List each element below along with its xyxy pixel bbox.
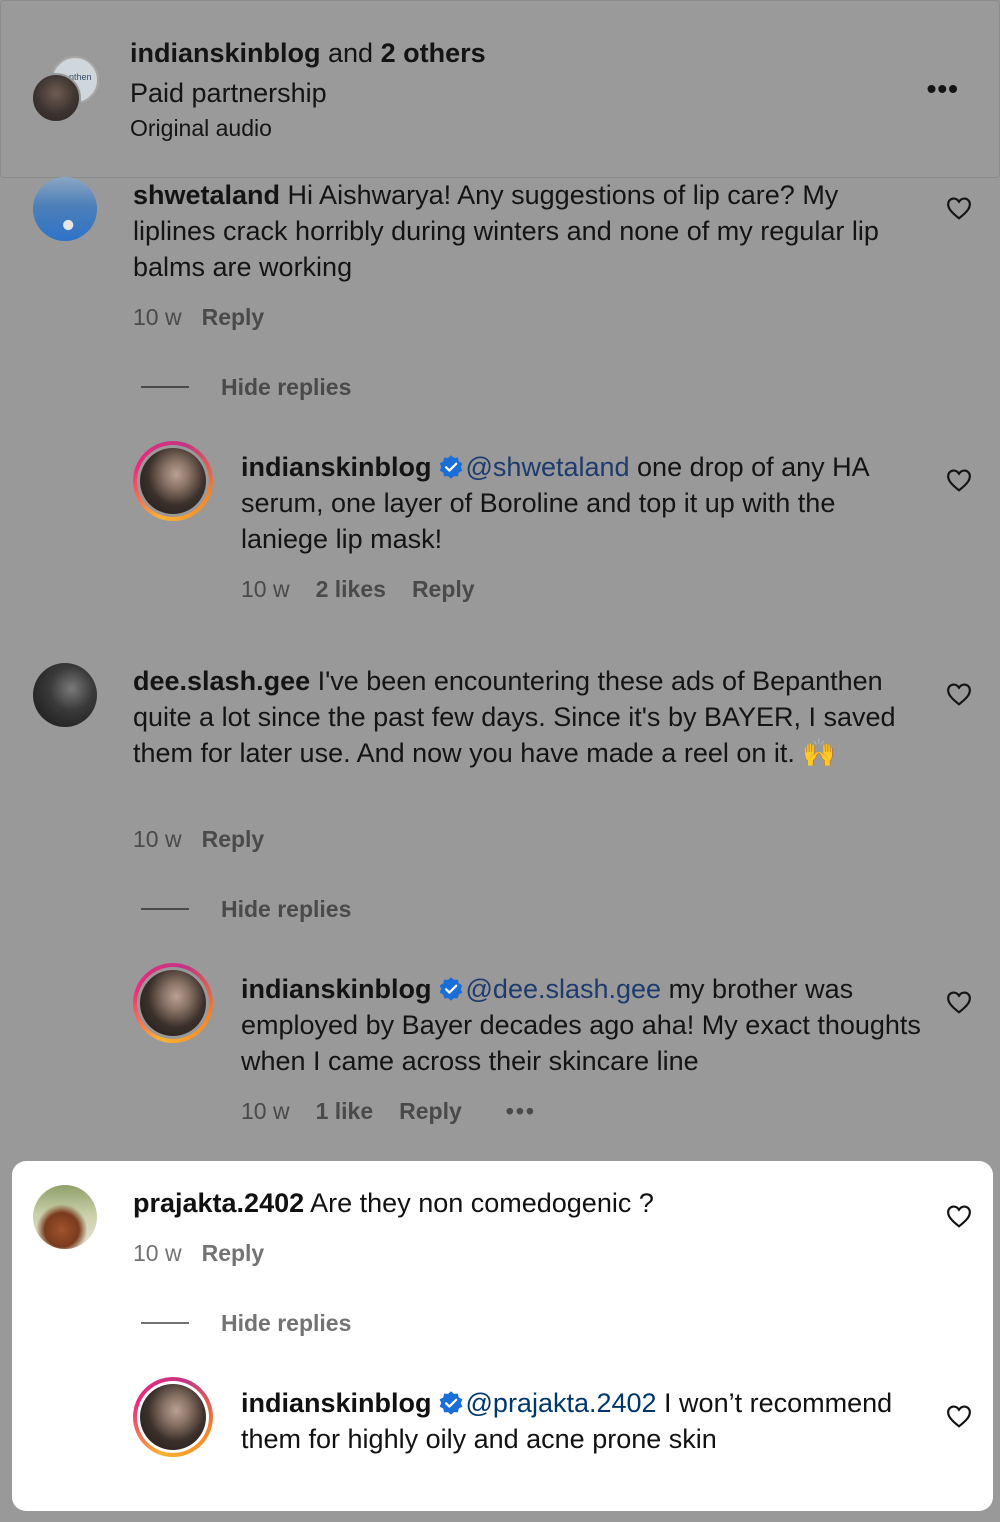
reply-username[interactable]: indianskinblog: [241, 452, 432, 482]
reply-time: 10 w: [241, 576, 290, 602]
more-icon[interactable]: •••: [506, 1097, 536, 1125]
post-author-line: indianskinblog and 2 others: [130, 36, 486, 70]
paid-partnership-label[interactable]: Paid partnership: [130, 76, 327, 110]
reply-button[interactable]: Reply: [399, 1097, 462, 1125]
comment-time: 10 w: [133, 826, 182, 852]
reply-button[interactable]: Reply: [202, 1239, 265, 1267]
more-options-icon[interactable]: •••: [927, 75, 959, 103]
author-username[interactable]: indianskinblog: [130, 38, 321, 68]
reply-button[interactable]: Reply: [202, 303, 265, 331]
heart-icon[interactable]: [946, 682, 972, 706]
comment-text: prajakta.2402 Are they non comedogenic ?: [133, 1185, 923, 1221]
others-link[interactable]: 2 others: [381, 38, 486, 68]
commenter-avatar[interactable]: [33, 663, 97, 727]
heart-icon[interactable]: [946, 1404, 972, 1428]
comment-meta: 10 w Reply: [133, 303, 264, 331]
comment-text: dee.slash.gee I've been encountering the…: [133, 663, 933, 771]
reply-text: indianskinblog @dee.slash.gee my brother …: [241, 971, 921, 1079]
reply-username[interactable]: indianskinblog: [241, 974, 432, 1004]
reply-text: indianskinblog @prajakta.2402 I won’t rec…: [241, 1385, 921, 1457]
reply-likes[interactable]: 2 likes: [316, 575, 386, 603]
hide-replies-line: [141, 908, 189, 910]
reply-meta: 10 w 2 likes Reply: [241, 575, 475, 603]
comment-time: 10 w: [133, 304, 182, 330]
heart-icon[interactable]: [946, 468, 972, 492]
heart-icon[interactable]: [946, 990, 972, 1014]
commenter-avatar[interactable]: [33, 1185, 97, 1249]
reply-time: 10 w: [241, 1098, 290, 1124]
comment-body: Are they non comedogenic ?: [304, 1188, 654, 1218]
reply-avatar[interactable]: [133, 441, 213, 521]
reply-mention[interactable]: @shwetaland: [466, 452, 630, 482]
reply-button[interactable]: Reply: [202, 825, 265, 853]
reply-likes[interactable]: 1 like: [316, 1097, 374, 1125]
comment-meta: 10 w Reply: [133, 1239, 264, 1267]
verified-badge-icon: [439, 1391, 462, 1415]
verified-badge-icon: [439, 455, 462, 479]
and-label: and: [320, 38, 381, 68]
reply-button[interactable]: Reply: [412, 575, 475, 603]
comment-username[interactable]: prajakta.2402: [133, 1188, 304, 1218]
hide-replies-button[interactable]: Hide replies: [221, 373, 351, 401]
comment-meta: 10 w Reply: [133, 825, 264, 853]
original-audio-link[interactable]: Original audio: [130, 113, 272, 143]
hide-replies-line: [141, 1322, 189, 1324]
reply-meta: 10 w 1 like Reply •••: [241, 1097, 536, 1125]
comment-time: 10 w: [133, 1240, 182, 1266]
author-avatar[interactable]: [31, 73, 81, 123]
commenter-avatar[interactable]: [33, 177, 97, 241]
heart-icon[interactable]: [946, 196, 972, 220]
reply-username[interactable]: indianskinblog: [241, 1388, 432, 1418]
reply-avatar[interactable]: [133, 963, 213, 1043]
heart-icon[interactable]: [946, 1204, 972, 1228]
comment-username[interactable]: shwetaland: [133, 180, 280, 210]
comment-text: shwetaland Hi Aishwarya! Any suggestions…: [133, 177, 923, 285]
reply-text: indianskinblog @shwetaland one drop of an…: [241, 449, 921, 557]
reply-mention[interactable]: @dee.slash.gee: [466, 974, 662, 1004]
comment-username[interactable]: dee.slash.gee: [133, 666, 310, 696]
reply-avatar[interactable]: [133, 1377, 213, 1457]
verified-badge-icon: [439, 977, 462, 1001]
hide-replies-button[interactable]: Hide replies: [221, 895, 351, 923]
hide-replies-button[interactable]: Hide replies: [221, 1309, 351, 1337]
reply-mention[interactable]: @prajakta.2402: [466, 1388, 657, 1418]
post-header: nthen indianskinblog and 2 others Paid p…: [0, 0, 1000, 178]
hide-replies-line: [141, 386, 189, 388]
